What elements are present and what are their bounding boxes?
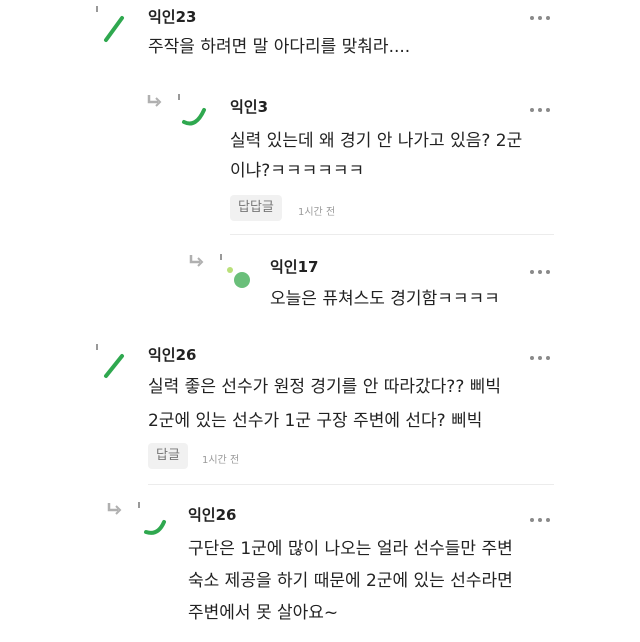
more-dots-icon[interactable] [530, 518, 552, 524]
comment-author[interactable]: 익인3 [230, 96, 268, 117]
comment-author[interactable]: 익인23 [148, 6, 196, 27]
reply-button[interactable]: 답답글 [230, 195, 282, 221]
comment-text-line: 실력 있는데 왜 경기 안 나가고 있음? 2군 [230, 131, 523, 151]
divider [148, 484, 554, 485]
comment-text-line: 숙소 제공을 하기 때문에 2군에 있는 선수라면 [188, 571, 513, 591]
comment-author[interactable]: 익인17 [270, 256, 318, 277]
comment-text-line: 구단은 1군에 많이 나오는 얼라 선수들만 주변 [188, 539, 513, 559]
more-dots-icon[interactable] [530, 108, 552, 114]
timestamp: 1시간 전 [298, 207, 336, 218]
divider [230, 234, 554, 235]
anonymous-avatar-icon [96, 344, 124, 378]
comment-text: 주작을 하려면 말 아다리를 맞춰라.... [148, 37, 411, 57]
comment-text-line: 주변에서 못 살아요~ [188, 603, 339, 623]
more-dots-icon[interactable] [530, 16, 552, 22]
comment-text-line: 이냐?ㅋㅋㅋㅋㅋㅋ [230, 161, 365, 181]
comment-text: 오늘은 퓨쳐스도 경기함ㅋㅋㅋㅋ [270, 289, 500, 309]
anonymous-avatar-icon [138, 502, 166, 535]
more-dots-icon[interactable] [530, 270, 552, 276]
reply-arrow-icon [107, 503, 122, 515]
reply-arrow-icon [189, 255, 204, 267]
comment-author[interactable]: 익인26 [148, 344, 196, 365]
anonymous-avatar-icon [96, 6, 124, 42]
comment-author[interactable]: 익인26 [188, 504, 236, 525]
comment-text-line: 2군에 있는 선수가 1군 구장 주변에 선다? 삐빅 [148, 411, 483, 431]
comment-text-line: 실력 좋은 선수가 원정 경기를 안 따라갔다?? 삐빅 [148, 377, 502, 397]
timestamp: 1시간 전 [202, 455, 240, 466]
reply-arrow-icon [147, 95, 162, 107]
anonymous-avatar-icon [220, 254, 250, 288]
more-dots-icon[interactable] [530, 356, 552, 362]
reply-button[interactable]: 답글 [148, 443, 188, 469]
anonymous-avatar-icon [178, 94, 206, 126]
